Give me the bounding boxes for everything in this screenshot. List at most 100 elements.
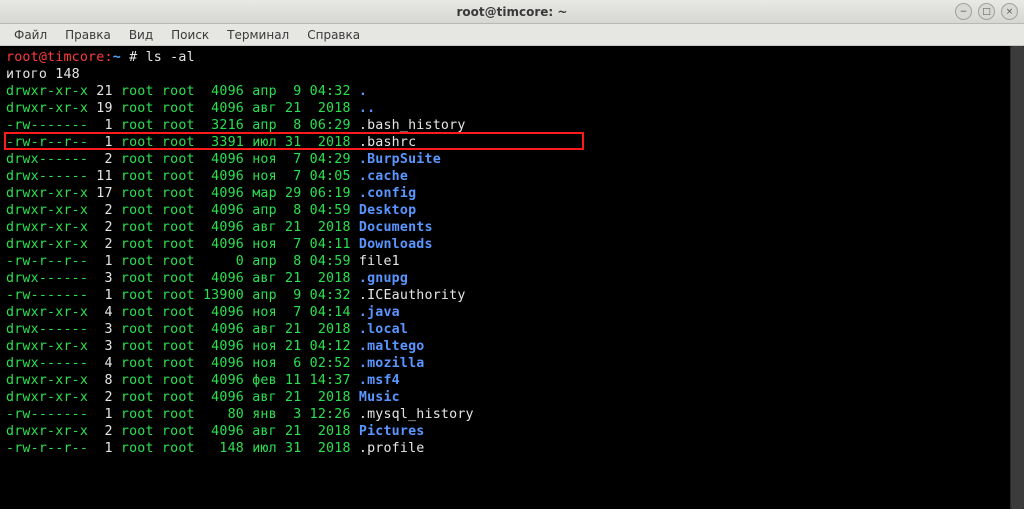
date: июл 31 2018 (244, 441, 351, 456)
links: 2 (88, 152, 113, 167)
close-icon: × (1006, 7, 1014, 17)
filename: .config (351, 186, 417, 201)
close-button[interactable]: × (1001, 3, 1018, 20)
owner: root (113, 254, 154, 269)
listing-row: -rw-r--r-- 1 root root 3391 июл 31 2018 … (6, 134, 1018, 151)
listing-row: drwxr-xr-x 2 root root 4096 ноя 7 04:11 … (6, 236, 1018, 253)
menu-search[interactable]: Поиск (163, 26, 217, 44)
owner: root (113, 407, 154, 422)
date: ноя 7 04:11 (244, 237, 351, 252)
maximize-button[interactable]: □ (978, 3, 995, 20)
perm: -rw------- (6, 288, 88, 303)
owner: root (113, 390, 154, 405)
listing-row: drwxr-xr-x 8 root root 4096 фев 11 14:37… (6, 372, 1018, 389)
filename: .mysql_history (351, 407, 474, 422)
prompt-sep: : (104, 50, 112, 65)
total-line: итого 148 (6, 66, 1018, 83)
filename: Desktop (351, 203, 417, 218)
links: 21 (88, 84, 113, 99)
date: ноя 21 04:12 (244, 339, 351, 354)
menu-file[interactable]: Файл (6, 26, 55, 44)
owner: root (113, 237, 154, 252)
scrollbar[interactable] (1010, 46, 1024, 509)
minimize-button[interactable]: − (955, 3, 972, 20)
group: root (154, 322, 195, 337)
group: root (154, 373, 195, 388)
listing-row: drwxr-xr-x 2 root root 4096 авг 21 2018 … (6, 389, 1018, 406)
perm: drwxr-xr-x (6, 390, 88, 405)
links: 11 (88, 169, 113, 184)
size: 4096 (195, 305, 244, 320)
filename: .mozilla (351, 356, 425, 371)
group: root (154, 118, 195, 133)
minimize-icon: − (960, 7, 968, 17)
date: апр 9 04:32 (244, 84, 351, 99)
links: 2 (88, 390, 113, 405)
listing-row: drwx------ 4 root root 4096 ноя 6 02:52 … (6, 355, 1018, 372)
date: авг 21 2018 (244, 101, 351, 116)
owner: root (113, 101, 154, 116)
group: root (154, 356, 195, 371)
owner: root (113, 271, 154, 286)
size: 4096 (195, 424, 244, 439)
window-title: root@timcore: ~ (0, 5, 1024, 19)
filename: .java (351, 305, 400, 320)
size: 4096 (195, 152, 244, 167)
owner: root (113, 322, 154, 337)
group: root (154, 424, 195, 439)
filename: Pictures (351, 424, 425, 439)
filename: .BurpSuite (351, 152, 441, 167)
menu-view[interactable]: Вид (121, 26, 161, 44)
filename: .bashrc (351, 135, 417, 150)
group: root (154, 339, 195, 354)
group: root (154, 101, 195, 116)
scrollbar-thumb[interactable] (1011, 46, 1024, 509)
listing-row: drwx------ 11 root root 4096 ноя 7 04:05… (6, 168, 1018, 185)
links: 2 (88, 237, 113, 252)
date: авг 21 2018 (244, 390, 351, 405)
listing-row: drwx------ 3 root root 4096 авг 21 2018 … (6, 270, 1018, 287)
size: 4096 (195, 322, 244, 337)
date: авг 21 2018 (244, 322, 351, 337)
filename: .bash_history (351, 118, 466, 133)
links: 1 (88, 441, 113, 456)
listing-row: -rw------- 1 root root 3216 апр 8 06:29 … (6, 117, 1018, 134)
date: апр 8 04:59 (244, 203, 351, 218)
filename: .local (351, 322, 408, 337)
owner: root (113, 288, 154, 303)
terminal[interactable]: root@timcore:~ # ls -al итого 148 drwxr-… (0, 46, 1024, 509)
size: 4096 (195, 271, 244, 286)
listing-row: drwx------ 3 root root 4096 авг 21 2018 … (6, 321, 1018, 338)
size: 4096 (195, 101, 244, 116)
perm: drwxr-xr-x (6, 186, 88, 201)
menu-help[interactable]: Справка (299, 26, 368, 44)
filename: file1 (351, 254, 400, 269)
filename: .maltego (351, 339, 425, 354)
perm: -rw-r--r-- (6, 254, 88, 269)
group: root (154, 169, 195, 184)
filename: Downloads (351, 237, 433, 252)
group: root (154, 254, 195, 269)
size: 4096 (195, 84, 244, 99)
size: 80 (195, 407, 244, 422)
perm: drwx------ (6, 152, 88, 167)
size: 148 (195, 441, 244, 456)
perm: -rw------- (6, 118, 88, 133)
links: 2 (88, 424, 113, 439)
listing-row: -rw-r--r-- 1 root root 0 апр 8 04:59 fil… (6, 253, 1018, 270)
date: авг 21 2018 (244, 220, 351, 235)
links: 4 (88, 305, 113, 320)
filename: .msf4 (351, 373, 400, 388)
perm: drwxr-xr-x (6, 101, 88, 116)
menu-terminal[interactable]: Терминал (219, 26, 297, 44)
size: 4096 (195, 339, 244, 354)
filename: . (351, 84, 367, 99)
menu-edit[interactable]: Правка (57, 26, 119, 44)
listing-row: -rw------- 1 root root 80 янв 3 12:26 .m… (6, 406, 1018, 423)
group: root (154, 135, 195, 150)
links: 2 (88, 220, 113, 235)
group: root (154, 237, 195, 252)
prompt-line: root@timcore:~ # ls -al (6, 49, 1018, 66)
date: фев 11 14:37 (244, 373, 351, 388)
filename: Music (351, 390, 400, 405)
